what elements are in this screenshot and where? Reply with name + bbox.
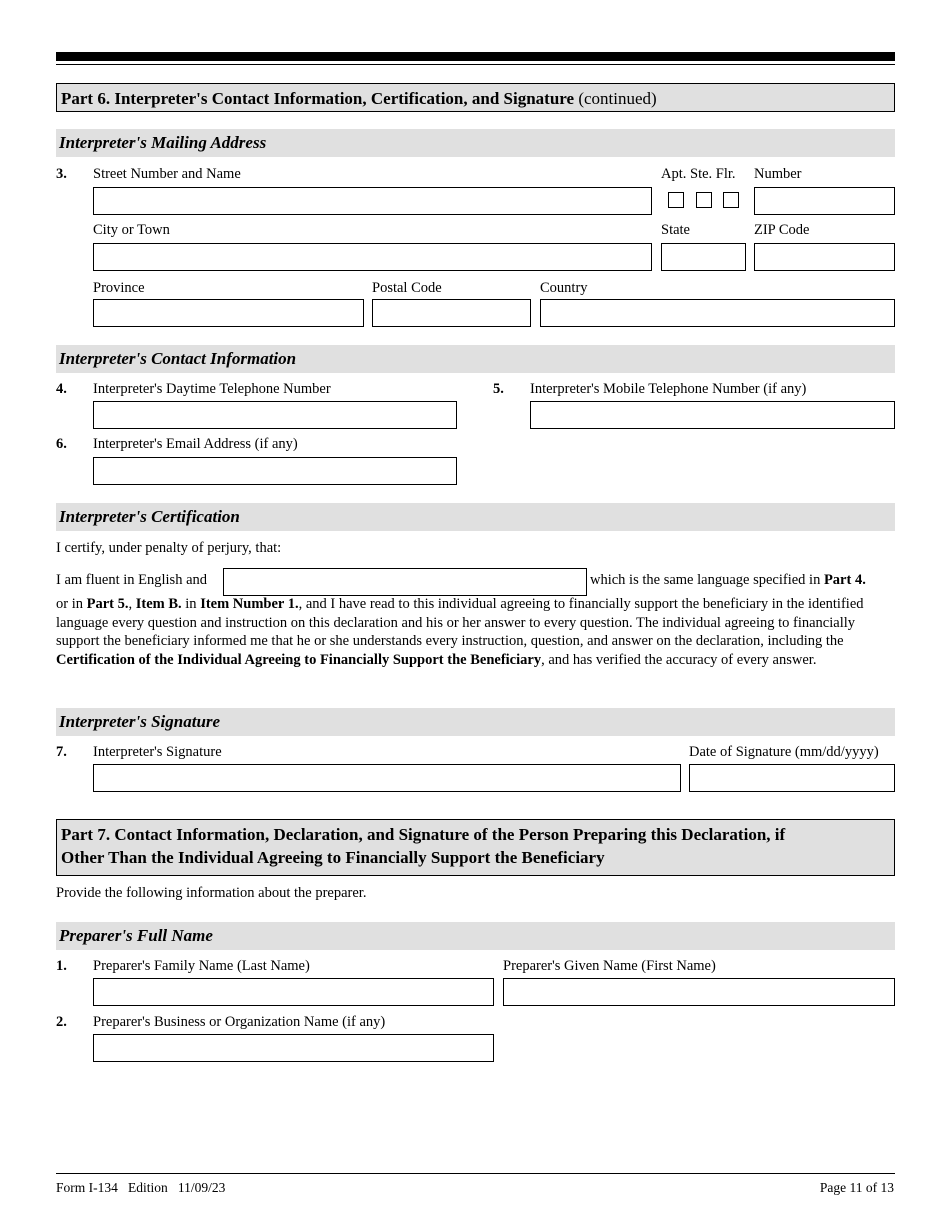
state-label: State bbox=[661, 222, 690, 238]
country-input[interactable] bbox=[540, 299, 895, 327]
email-label: Interpreter's Email Address (if any) bbox=[93, 436, 298, 452]
mobile-phone-input[interactable] bbox=[530, 401, 895, 429]
street-label: Street Number and Name bbox=[93, 166, 241, 182]
flr-checkbox[interactable] bbox=[723, 192, 739, 208]
city-input[interactable] bbox=[93, 243, 652, 271]
apt-ste-flr-label: Apt. Ste. Flr. bbox=[661, 166, 736, 182]
street-input[interactable] bbox=[93, 187, 652, 215]
part7-title-line2: Other Than the Individual Agreeing to Fi… bbox=[61, 848, 605, 867]
fluent-prefix: I am fluent in English and bbox=[56, 572, 208, 588]
item-number-5: 5. bbox=[493, 381, 504, 397]
apt-number-input[interactable] bbox=[754, 187, 895, 215]
part6-header: Part 6. Interpreter's Contact Informatio… bbox=[56, 83, 895, 112]
mailing-address-header: Interpreter's Mailing Address bbox=[56, 129, 895, 157]
cert-text-2: , bbox=[128, 596, 136, 612]
footer-page-number: Page 11 of 13 bbox=[819, 1180, 894, 1195]
item-number-7: 7. bbox=[56, 744, 67, 760]
signature-header: Interpreter's Signature bbox=[56, 708, 895, 736]
item-number-4: 4. bbox=[56, 381, 67, 397]
business-name-label: Preparer's Business or Organization Name… bbox=[93, 1014, 386, 1030]
contact-info-header: Interpreter's Contact Information bbox=[56, 345, 895, 373]
part4-ref: Part 4. bbox=[823, 572, 866, 588]
part7-intro: Provide the following information about … bbox=[56, 885, 367, 901]
signature-label: Interpreter's Signature bbox=[93, 744, 222, 760]
daytime-phone-input[interactable] bbox=[93, 401, 457, 429]
daytime-phone-label: Interpreter's Daytime Telephone Number bbox=[93, 381, 331, 397]
given-name-input[interactable] bbox=[503, 978, 895, 1006]
certification-header: Interpreter's Certification bbox=[56, 503, 895, 531]
item-number-6: 6. bbox=[56, 436, 67, 452]
item-number-ref: Item Number 1. bbox=[200, 596, 299, 612]
zip-label: ZIP Code bbox=[754, 222, 810, 238]
part6-continued: (continued) bbox=[574, 89, 657, 108]
family-name-input[interactable] bbox=[93, 978, 494, 1006]
province-input[interactable] bbox=[93, 299, 364, 327]
top-rule-thin bbox=[56, 64, 895, 65]
apt-checkbox[interactable] bbox=[668, 192, 684, 208]
email-input[interactable] bbox=[93, 457, 457, 485]
item-number-3: 3. bbox=[56, 166, 67, 182]
number-label: Number bbox=[754, 166, 802, 182]
city-label: City or Town bbox=[93, 222, 170, 238]
part5-ref: Part 5. bbox=[86, 596, 129, 612]
given-name-label: Preparer's Given Name (First Name) bbox=[503, 958, 716, 974]
cert-text-1: or in bbox=[56, 596, 87, 612]
fluent-suffix: which is the same language specified in … bbox=[590, 572, 866, 589]
postal-code-label: Postal Code bbox=[372, 280, 442, 296]
language-input[interactable] bbox=[223, 568, 587, 596]
cert-text-5: , and has verified the accuracy of every… bbox=[541, 651, 817, 668]
fluent-suffix-text: which is the same language specified in bbox=[590, 572, 824, 588]
footer-form-edition: Form I-134 Edition 11/09/23 bbox=[56, 1180, 226, 1195]
postal-code-input[interactable] bbox=[372, 299, 531, 327]
country-label: Country bbox=[540, 280, 588, 296]
item-number-1: 1. bbox=[56, 958, 67, 974]
certification-intro: I certify, under penalty of perjury, tha… bbox=[56, 540, 282, 556]
family-name-label: Preparer's Family Name (Last Name) bbox=[93, 958, 310, 974]
preparer-name-header: Preparer's Full Name bbox=[56, 922, 895, 950]
signature-date-input[interactable] bbox=[689, 764, 895, 792]
part7-header: Part 7. Contact Information, Declaration… bbox=[56, 819, 895, 876]
item-number-2: 2. bbox=[56, 1014, 67, 1030]
footer-rule bbox=[56, 1173, 895, 1174]
part6-title: Part 6. Interpreter's Contact Informatio… bbox=[61, 89, 575, 108]
state-select[interactable] bbox=[661, 243, 746, 271]
itemB-ref: Item B. bbox=[135, 596, 182, 612]
date-label: Date of Signature (mm/dd/yyyy) bbox=[689, 744, 879, 760]
signature-field[interactable] bbox=[93, 764, 681, 792]
certification-body: or in Part 5., Item B. in Item Number 1.… bbox=[56, 595, 896, 669]
cert-text-3: in bbox=[181, 596, 201, 612]
zip-input[interactable] bbox=[754, 243, 895, 271]
business-name-input[interactable] bbox=[93, 1034, 494, 1062]
ste-checkbox[interactable] bbox=[696, 192, 712, 208]
top-rule-thick bbox=[56, 52, 895, 61]
cert-bold-ref: Certification of the Individual Agreeing… bbox=[56, 651, 542, 668]
mobile-phone-label: Interpreter's Mobile Telephone Number (i… bbox=[530, 381, 807, 397]
part7-title-line1: Part 7. Contact Information, Declaration… bbox=[61, 825, 786, 844]
province-label: Province bbox=[93, 280, 145, 296]
